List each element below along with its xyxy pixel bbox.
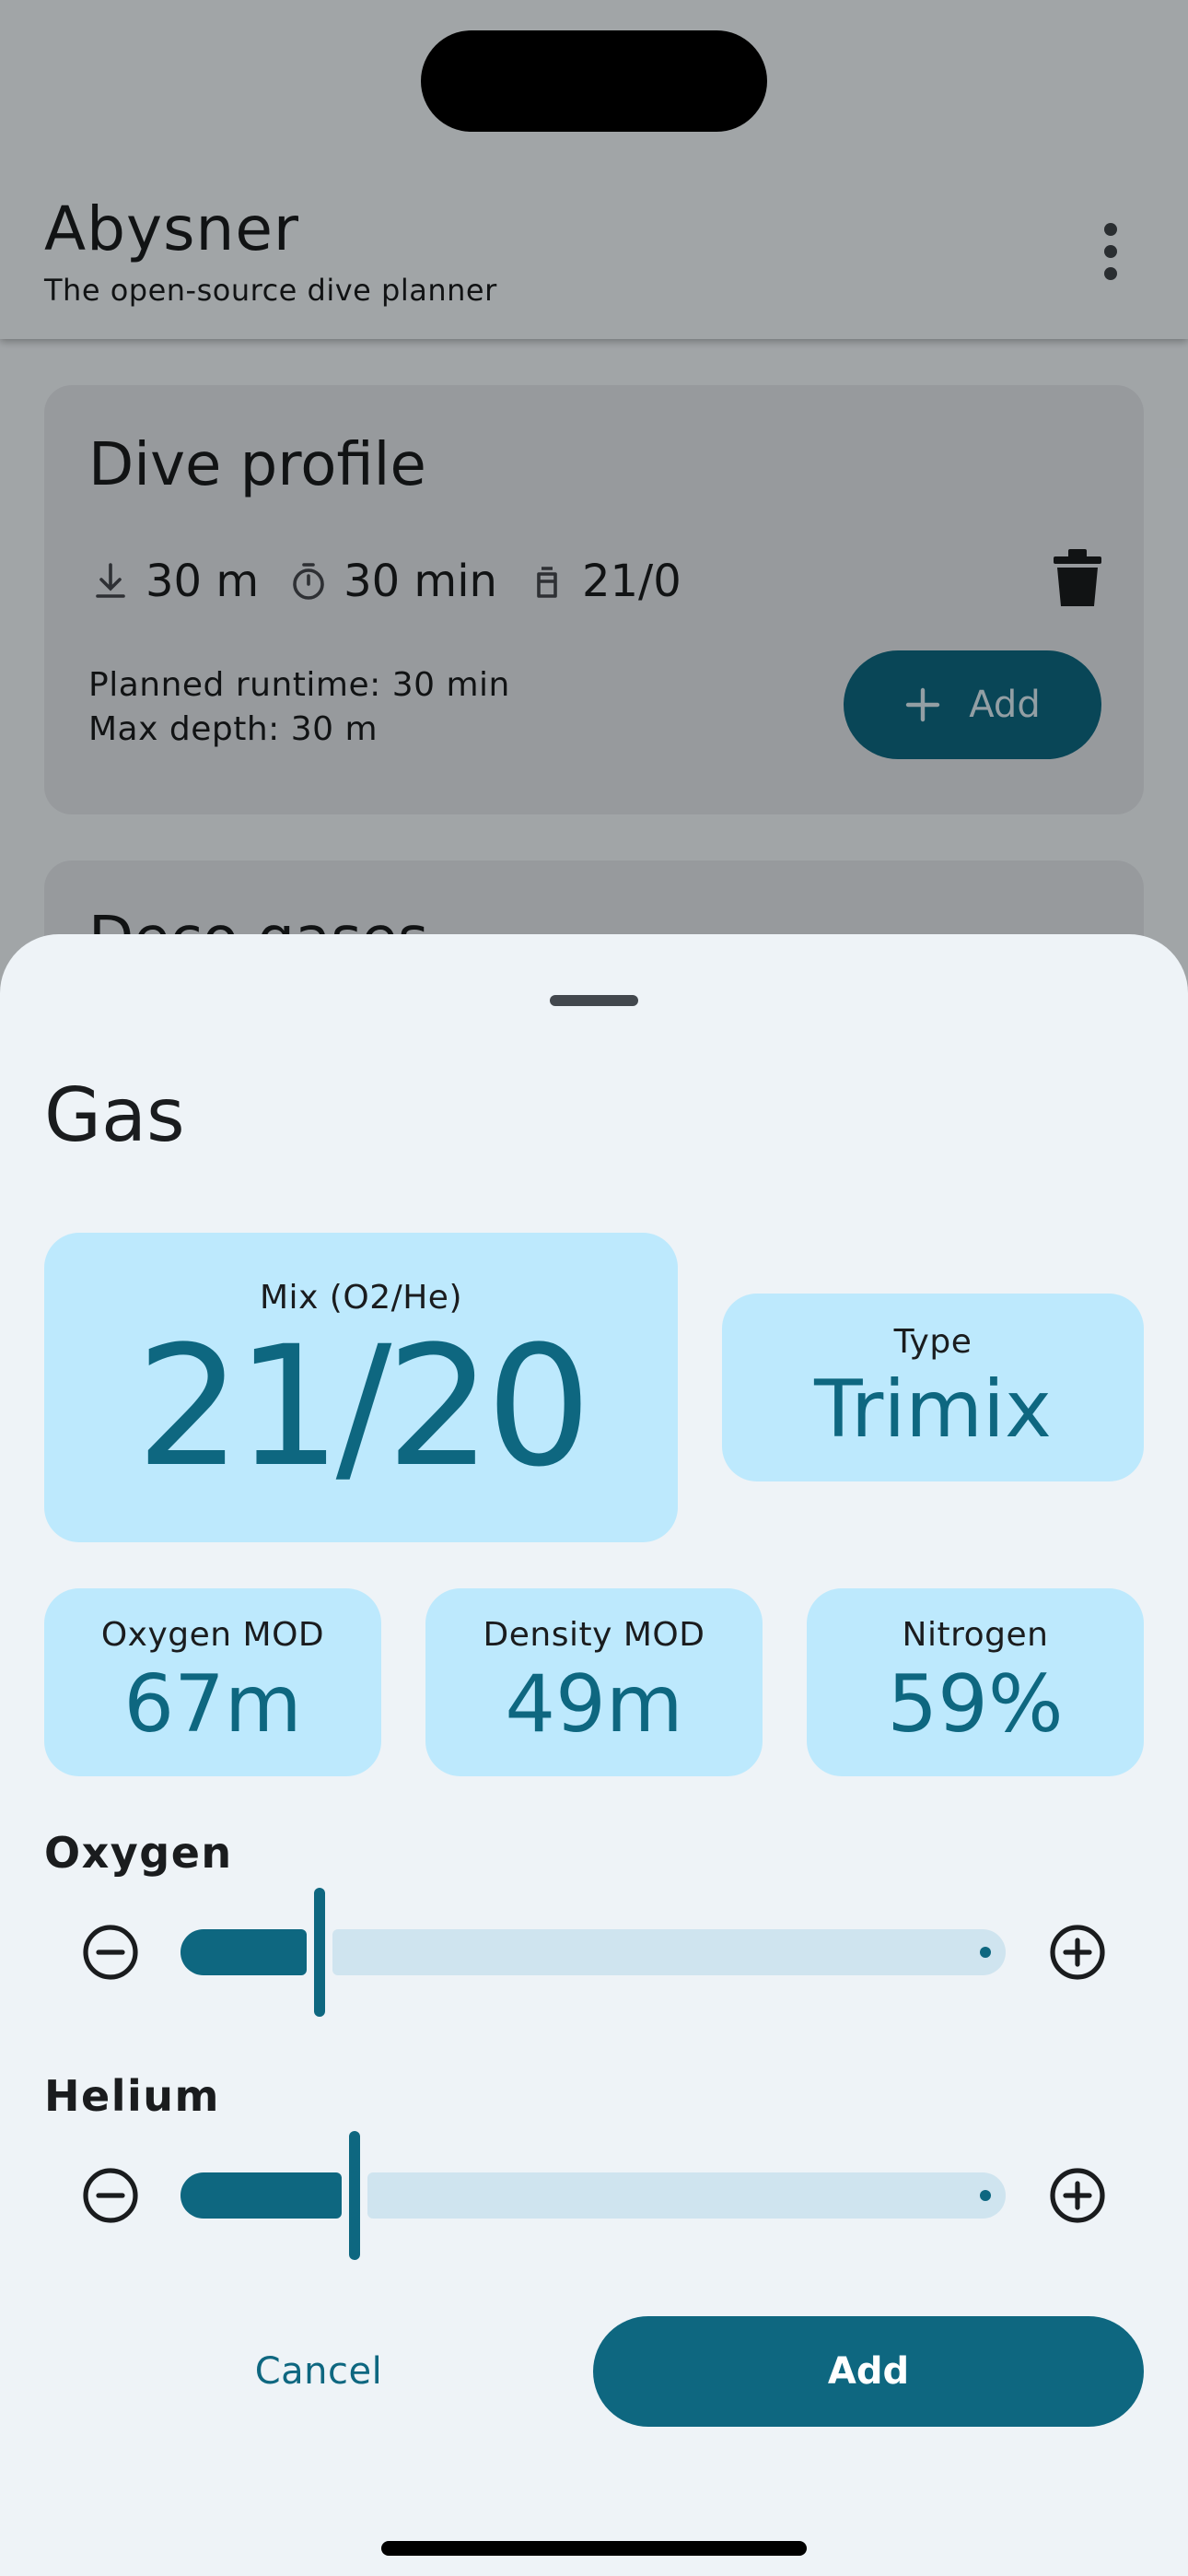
oxygen-slider-active-track	[181, 1929, 307, 1975]
dynamic-island	[421, 30, 767, 132]
oxygen-decrease-icon[interactable]	[81, 1923, 140, 1982]
density-mod-value: 49m	[505, 1658, 683, 1751]
type-label: Type	[893, 1323, 973, 1361]
helium-label: Helium	[44, 2071, 220, 2121]
drag-handle[interactable]	[550, 995, 638, 1006]
helium-increase-icon[interactable]	[1048, 2166, 1107, 2225]
oxygen-mod-label: Oxygen MOD	[100, 1616, 325, 1654]
helium-slider-thumb[interactable]	[349, 2131, 360, 2260]
cancel-button[interactable]: Cancel	[88, 2316, 549, 2427]
home-indicator	[381, 2541, 807, 2556]
oxygen-mod-value: 67m	[123, 1658, 302, 1751]
oxygen-increase-icon[interactable]	[1048, 1923, 1107, 1982]
density-mod-tile: Density MOD 49m	[425, 1588, 763, 1776]
oxygen-mod-tile: Oxygen MOD 67m	[44, 1588, 381, 1776]
oxygen-slider-thumb[interactable]	[314, 1888, 325, 2017]
helium-slider[interactable]	[181, 2131, 1006, 2260]
oxygen-slider-stop-indicator	[980, 1947, 991, 1958]
sheet-title: Gas	[44, 1072, 185, 1158]
helium-slider-stop-indicator	[980, 2190, 991, 2201]
oxygen-slider[interactable]	[181, 1888, 1006, 2017]
mix-tile: Mix (O2/He) 21/20	[44, 1233, 678, 1542]
nitrogen-label: Nitrogen	[902, 1616, 1049, 1654]
oxygen-label: Oxygen	[44, 1828, 233, 1878]
type-value: Trimix	[814, 1364, 1052, 1456]
mix-value: 21/20	[135, 1311, 592, 1504]
helium-decrease-icon[interactable]	[81, 2166, 140, 2225]
gas-bottom-sheet: Gas Mix (O2/He) 21/20 Type Trimix Oxygen…	[0, 934, 1188, 2576]
helium-slider-inactive-track	[367, 2172, 1006, 2219]
helium-slider-active-track	[181, 2172, 342, 2219]
nitrogen-tile: Nitrogen 59%	[807, 1588, 1144, 1776]
add-gas-button[interactable]: Add	[593, 2316, 1144, 2427]
nitrogen-value: 59%	[887, 1658, 1064, 1751]
density-mod-label: Density MOD	[483, 1616, 705, 1654]
oxygen-slider-inactive-track	[332, 1929, 1006, 1975]
type-tile: Type Trimix	[722, 1294, 1144, 1481]
